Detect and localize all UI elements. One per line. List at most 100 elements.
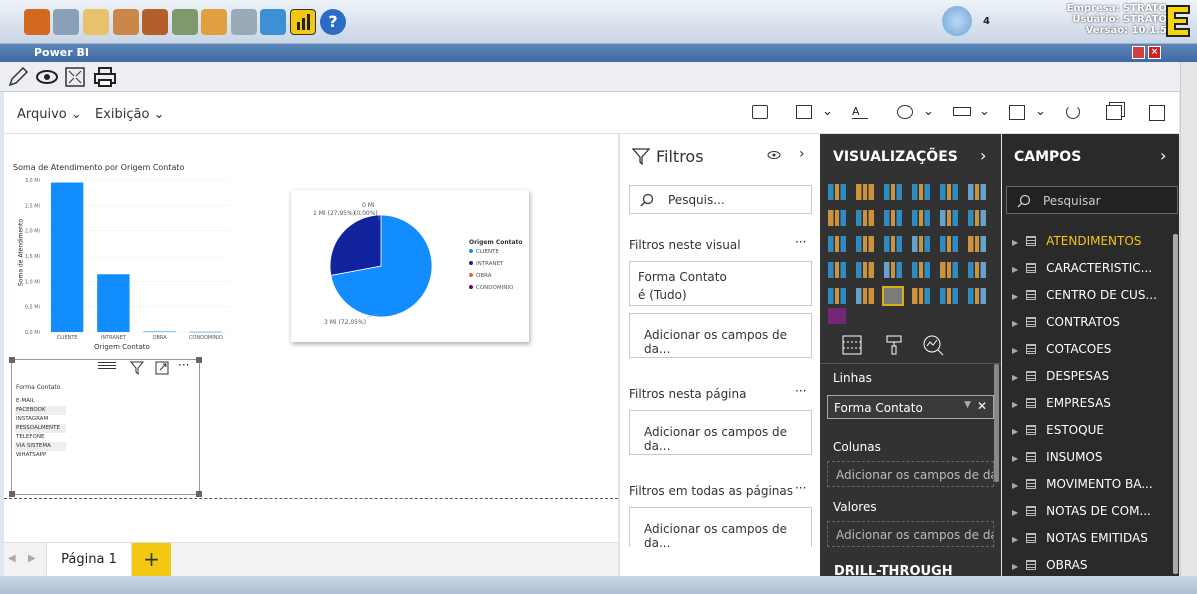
visual-type-icon[interactable] [856, 210, 874, 226]
visual-type-icon[interactable] [912, 288, 930, 304]
visual-type-icon[interactable] [856, 288, 874, 304]
visual-type-icon[interactable] [968, 210, 986, 226]
filters-visual-add[interactable]: Adicionar os campos de da... [629, 313, 812, 358]
field-table-item[interactable]: ▶ CARACTERISTIC... [1012, 261, 1152, 275]
table-visual[interactable]: ··· Forma Contato E-MAIL FACEBOOK INSTAGRA… [9, 357, 202, 497]
resize-handle[interactable] [196, 491, 202, 497]
visual-icon[interactable] [796, 105, 812, 119]
field-table-item[interactable]: ▶ ESTOQUE [1012, 423, 1104, 437]
visual-type-icon[interactable] [884, 262, 902, 278]
menu-exibicao[interactable]: Exibição ⌄ [95, 107, 164, 122]
pie-legend-item[interactable]: OBRA [469, 273, 513, 285]
refresh-icon[interactable] [1066, 105, 1080, 119]
powerbi-icon[interactable] [290, 9, 316, 35]
visual-type-icon[interactable] [912, 262, 930, 278]
visual-type-icon[interactable] [856, 236, 874, 252]
textbox-icon[interactable]: A [852, 105, 868, 119]
table-row[interactable]: INSTAGRAM [15, 415, 66, 424]
field-table-item[interactable]: ▶ DESPESAS [1012, 369, 1109, 383]
field-table-item[interactable]: ▶ ATENDIMENTOS [1012, 234, 1141, 248]
filters-search-input[interactable]: Pesquis... [629, 185, 812, 214]
rows-field-well[interactable]: Forma Contato ▼ ✕ [827, 395, 994, 419]
view-icon[interactable] [35, 66, 59, 88]
filters-all-add[interactable]: Adicionar os campos de da... [629, 507, 812, 550]
fields-tab-icon[interactable] [842, 335, 862, 355]
visual-type-icon[interactable] [856, 262, 874, 278]
analytics-icon[interactable] [922, 334, 944, 356]
visual-type-icon[interactable] [968, 184, 986, 200]
values-field-well[interactable]: Adicionar os campos de da... [827, 521, 994, 547]
comment-icon[interactable] [752, 105, 768, 119]
table-row[interactable]: TELEFONE [15, 433, 66, 442]
bar-cliente[interactable] [50, 182, 84, 332]
id-card-icon[interactable] [53, 9, 79, 35]
folder-add-icon[interactable] [260, 9, 286, 35]
table-row[interactable]: PESSOALMENTE [15, 424, 66, 433]
focus-mode-icon[interactable] [155, 361, 169, 375]
collapse-filters-icon[interactable]: › [799, 146, 805, 162]
more-options-icon[interactable]: ··· [178, 358, 189, 372]
filters-page-add[interactable]: Adicionar os campos de da... [629, 410, 812, 455]
visual-type-icon[interactable] [882, 286, 904, 306]
visual-type-icon[interactable] [968, 236, 986, 252]
table-row[interactable]: E-MAIL [15, 397, 66, 406]
visual-type-icon[interactable] [968, 262, 986, 278]
chevron-down-icon[interactable]: ⌄ [979, 104, 990, 119]
field-table-item[interactable]: ▶ MOVIMENTO BA... [1012, 477, 1153, 491]
drag-handle-icon[interactable] [98, 362, 116, 363]
chevron-down-icon[interactable]: ⌄ [1035, 104, 1046, 119]
visual-type-icon[interactable] [940, 210, 958, 226]
tab-pagina-1[interactable]: Página 1 [46, 543, 132, 577]
collapse-viz-icon[interactable]: › [980, 146, 986, 165]
user-settings-icon[interactable] [142, 9, 168, 35]
mail-icon[interactable] [942, 6, 972, 36]
pie-slice-intranet[interactable] [329, 214, 382, 276]
visual-type-icon[interactable] [940, 262, 958, 278]
user-money-icon[interactable] [201, 9, 227, 35]
visual-type-icon[interactable] [828, 210, 846, 226]
field-table-item[interactable]: ▶ NOTAS DE COM... [1012, 504, 1151, 518]
filter-icon[interactable] [130, 361, 144, 375]
visual-type-icon[interactable] [912, 210, 930, 226]
visual-type-icon[interactable] [912, 184, 930, 200]
more-options-icon[interactable]: ··· [795, 481, 806, 495]
visual-type-icon[interactable] [828, 184, 846, 200]
pie-chart-card[interactable]: 0 Mi (0,00%) 1 Mi (27,95%) 3 Mi (72,05%)… [291, 190, 529, 342]
field-table-item[interactable]: ▶ CENTRO DE CUS... [1012, 288, 1157, 302]
resize-handle[interactable] [9, 357, 15, 363]
visual-type-icon[interactable] [940, 236, 958, 252]
window-scrollbar[interactable] [1180, 62, 1197, 576]
add-page-button[interactable]: + [132, 543, 171, 577]
table-row[interactable]: VIA SISTEMA [15, 442, 66, 451]
visual-type-icon[interactable] [884, 236, 902, 252]
field-table-item[interactable]: ▶ CONTRATOS [1012, 315, 1120, 329]
help-icon[interactable]: ? [320, 9, 346, 35]
viz-scrollbar[interactable] [994, 364, 999, 482]
fullscreen-icon[interactable] [64, 66, 86, 88]
close-icon[interactable]: × [1148, 46, 1161, 59]
restore-icon[interactable] [1132, 46, 1145, 59]
visual-type-icon[interactable] [828, 236, 846, 252]
user-icon[interactable] [24, 9, 50, 35]
eye-icon[interactable] [767, 150, 781, 160]
user-check-icon[interactable] [172, 9, 198, 35]
visual-type-icon[interactable] [884, 210, 902, 226]
visual-type-icon[interactable] [940, 184, 958, 200]
prev-page-icon[interactable]: ◀ [8, 553, 16, 564]
format-paint-icon[interactable] [884, 334, 904, 356]
table-row[interactable]: FACEBOOK [15, 406, 66, 415]
database-icon[interactable] [231, 9, 257, 35]
more-options-icon[interactable]: ··· [795, 235, 806, 249]
visual-type-icon[interactable] [884, 184, 902, 200]
save-icon[interactable] [1149, 105, 1165, 121]
chevron-down-icon[interactable]: ⌄ [923, 104, 934, 119]
chevron-down-icon[interactable]: ⌄ [822, 104, 833, 119]
field-table-item[interactable]: ▶ NOTAS EMITIDAS [1012, 531, 1148, 545]
columns-field-well[interactable]: Adicionar os campos de da... [827, 461, 994, 487]
field-table-item[interactable]: ▶ INSUMOS [1012, 450, 1103, 464]
fields-scrollbar[interactable] [1173, 234, 1178, 574]
clipboard-icon[interactable] [83, 9, 109, 35]
visual-type-icon[interactable] [912, 236, 930, 252]
visual-type-icon[interactable] [940, 288, 958, 304]
shapes-icon[interactable] [897, 105, 913, 119]
